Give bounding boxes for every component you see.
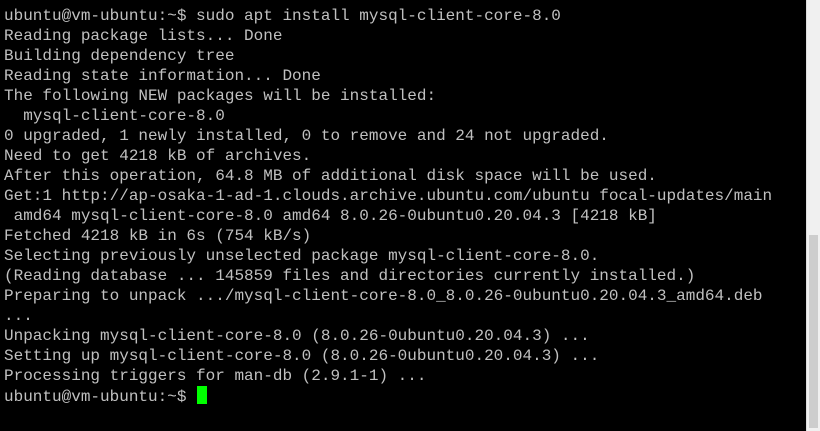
- terminal-line: ubuntu@vm-ubuntu:~$ sudo apt install mys…: [4, 7, 561, 25]
- terminal-line: Get:1 http://ap-osaka-1-ad-1.clouds.arch…: [4, 187, 773, 205]
- scrollbar-thumb[interactable]: [809, 235, 818, 428]
- terminal-line: Building dependency tree: [4, 47, 235, 65]
- terminal-line: Selecting previously unselected package …: [4, 247, 600, 265]
- terminal-line: Reading package lists... Done: [4, 27, 283, 45]
- shell-prompt: ubuntu@vm-ubuntu:~$: [4, 388, 197, 406]
- terminal-output: ubuntu@vm-ubuntu:~$ sudo apt install mys…: [4, 6, 772, 406]
- terminal-line: Preparing to unpack .../mysql-client-cor…: [4, 287, 763, 305]
- terminal-line: After this operation, 64.8 MB of additio…: [4, 167, 657, 185]
- terminal-line: ...: [4, 307, 33, 325]
- terminal-window[interactable]: ubuntu@vm-ubuntu:~$ sudo apt install mys…: [0, 0, 806, 431]
- terminal-line: Need to get 4218 kB of archives.: [4, 147, 312, 165]
- terminal-line: 0 upgraded, 1 newly installed, 0 to remo…: [4, 127, 609, 145]
- terminal-line: Processing triggers for man-db (2.9.1-1)…: [4, 367, 427, 385]
- terminal-line: Reading state information... Done: [4, 67, 321, 85]
- prompt-line[interactable]: ubuntu@vm-ubuntu:~$: [4, 386, 772, 406]
- terminal-line: Unpacking mysql-client-core-8.0 (8.0.26-…: [4, 327, 590, 345]
- terminal-line: Fetched 4218 kB in 6s (754 kB/s): [4, 227, 312, 245]
- terminal-line: The following NEW packages will be insta…: [4, 87, 437, 105]
- terminal-line: mysql-client-core-8.0: [4, 107, 225, 125]
- terminal-line: Setting up mysql-client-core-8.0 (8.0.26…: [4, 347, 600, 365]
- vertical-scrollbar[interactable]: [806, 0, 820, 431]
- terminal-line: (Reading database ... 145859 files and d…: [4, 267, 696, 285]
- text-cursor: [197, 386, 208, 404]
- terminal-line: amd64 mysql-client-core-8.0 amd64 8.0.26…: [4, 207, 657, 225]
